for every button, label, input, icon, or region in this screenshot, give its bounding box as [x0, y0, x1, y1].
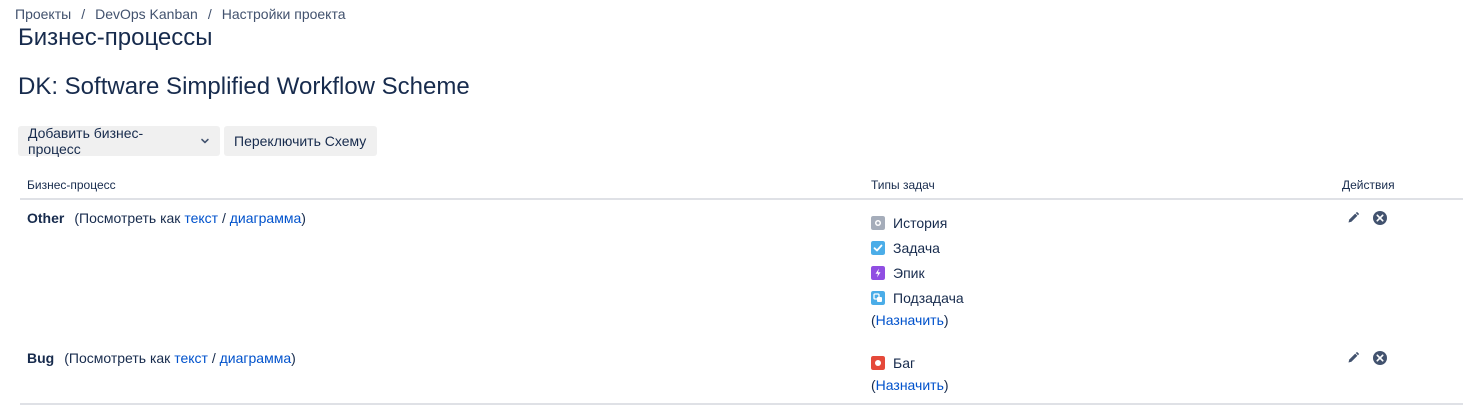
- view-close-paren: ): [291, 350, 296, 366]
- workflow-table: Бизнес-процесс Типы задач Действия Other…: [20, 174, 1463, 405]
- view-close-paren: ): [301, 210, 306, 226]
- breadcrumb: Проекты / DevOps Kanban / Настройки проекта: [15, 6, 346, 22]
- breadcrumb-project[interactable]: DevOps Kanban: [95, 6, 198, 22]
- issue-type-item: Баг: [871, 350, 1328, 375]
- assign-close-paren: ): [943, 312, 949, 328]
- view-text-link[interactable]: текст: [184, 210, 218, 226]
- issue-type-label: Задача: [893, 239, 940, 256]
- edit-icon[interactable]: [1346, 211, 1360, 225]
- edit-icon[interactable]: [1346, 351, 1360, 365]
- chevron-down-icon: [201, 138, 209, 144]
- workflow-name: Other: [27, 210, 65, 226]
- scheme-title: DK: Software Simplified Workflow Scheme: [18, 73, 470, 100]
- assign-container: (Назначить): [871, 375, 1328, 395]
- actions-cell: [1335, 199, 1463, 338]
- breadcrumb-separator: /: [81, 6, 86, 22]
- switch-scheme-label: Переключить Схему: [234, 133, 367, 149]
- assign-link[interactable]: Назначить: [876, 377, 944, 393]
- issue-type-label: Баг: [893, 354, 916, 371]
- task-icon: [871, 240, 885, 255]
- delete-icon[interactable]: [1372, 350, 1388, 366]
- breadcrumb-projects[interactable]: Проекты: [15, 6, 71, 22]
- issue-types-cell: История Задача Эпик Подзадача (Назначит…: [864, 199, 1335, 338]
- bug-icon: [871, 355, 885, 370]
- issue-type-item: Задача: [871, 235, 1328, 260]
- view-separator: /: [221, 210, 226, 226]
- add-workflow-button[interactable]: Добавить бизнес-процесс: [18, 125, 220, 157]
- delete-icon[interactable]: [1372, 210, 1388, 226]
- switch-scheme-button[interactable]: Переключить Схему: [224, 126, 377, 156]
- table-row: Other (Посмотреть как текст / диаграмма) …: [20, 199, 1463, 338]
- issue-type-label: История: [893, 214, 948, 231]
- issue-type-item: Эпик: [871, 260, 1328, 285]
- issue-type-label: Эпик: [893, 264, 925, 281]
- workflow-cell: Bug (Посмотреть как текст / диаграмма): [20, 338, 864, 405]
- row-actions: [1342, 350, 1456, 366]
- view-diagram-link[interactable]: диаграмма: [230, 210, 302, 226]
- view-as-text: (Посмотреть как: [64, 350, 171, 366]
- breadcrumb-project-settings[interactable]: Настройки проекта: [222, 6, 346, 22]
- table-row: Bug (Посмотреть как текст / диаграмма) Ба…: [20, 338, 1463, 405]
- story-icon: [871, 215, 885, 230]
- epic-icon: [871, 265, 885, 280]
- issue-type-list: Баг: [871, 350, 1328, 375]
- workflow-name: Bug: [27, 350, 55, 366]
- assign-close-paren: ): [943, 377, 949, 393]
- row-actions: [1342, 210, 1456, 226]
- assign-container: (Назначить): [871, 310, 1328, 330]
- add-workflow-label: Добавить бизнес-процесс: [28, 125, 144, 157]
- issue-type-item: Подзадача: [871, 285, 1328, 310]
- issue-type-item: История: [871, 210, 1328, 235]
- header-issue-types: Типы задач: [864, 174, 1335, 200]
- issue-type-list: История Задача Эпик Подзадача: [871, 210, 1328, 310]
- breadcrumb-separator: /: [207, 6, 212, 22]
- header-workflow: Бизнес-процесс: [20, 174, 864, 200]
- view-separator: /: [211, 350, 216, 366]
- subtask-icon: [871, 290, 885, 305]
- assign-link[interactable]: Назначить: [876, 312, 944, 328]
- view-text-link[interactable]: текст: [174, 350, 208, 366]
- view-as-text: (Посмотреть как: [74, 210, 181, 226]
- page-title: Бизнес-процессы: [18, 24, 213, 51]
- issue-type-label: Подзадача: [893, 289, 964, 306]
- workflow-cell: Other (Посмотреть как текст / диаграмма): [20, 199, 864, 338]
- view-diagram-link[interactable]: диаграмма: [220, 350, 292, 366]
- actions-cell: [1335, 338, 1463, 405]
- header-actions: Действия: [1335, 174, 1463, 200]
- issue-types-cell: Баг (Назначить): [864, 338, 1335, 405]
- table-header-row: Бизнес-процесс Типы задач Действия: [20, 174, 1463, 200]
